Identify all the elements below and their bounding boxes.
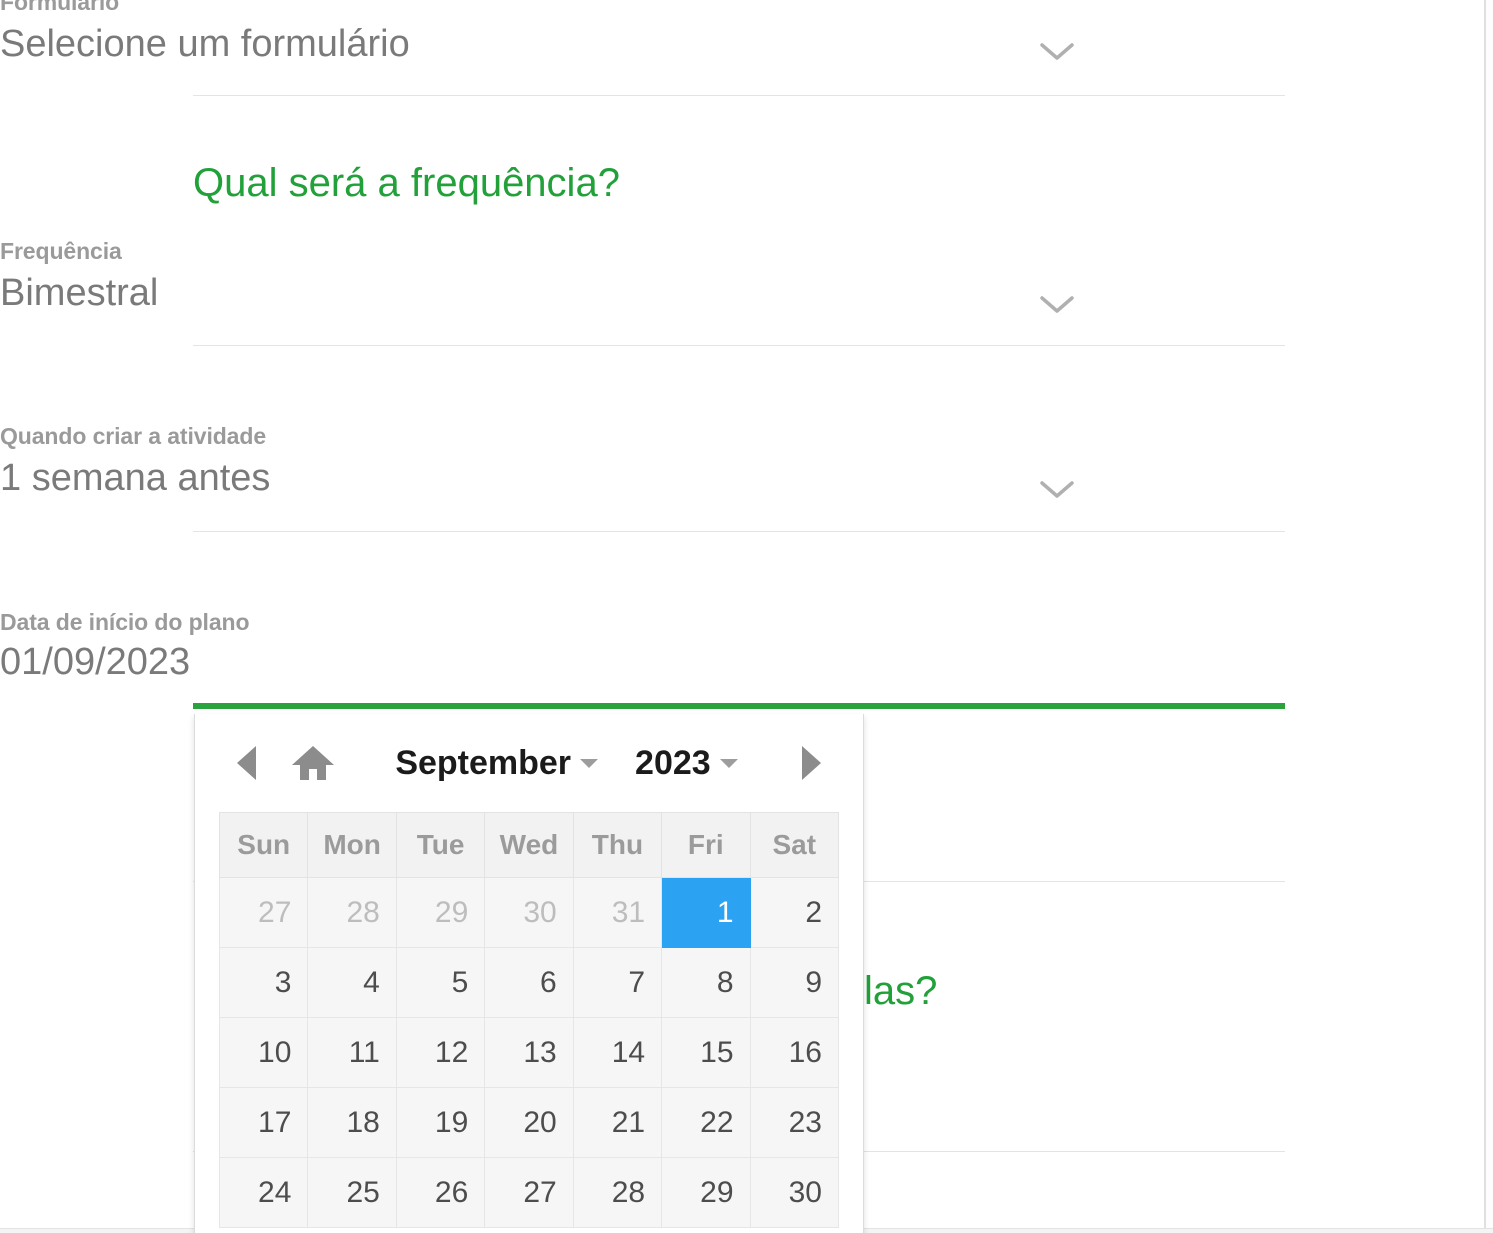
field-label-formulario: Formulário (0, 0, 120, 15)
datepicker-header: September 2023 (195, 714, 863, 812)
calendar-day-cell[interactable]: 8 (661, 947, 751, 1018)
calendar-day-cell[interactable]: 10 (218, 1017, 309, 1088)
calendar-day-cell[interactable]: 7 (572, 947, 663, 1018)
caret-down-icon[interactable] (719, 757, 739, 769)
triangle-right-icon[interactable] (783, 735, 839, 791)
calendar-day-cell[interactable]: 11 (307, 1017, 397, 1088)
calendar-day-cell[interactable]: 23 (749, 1087, 840, 1158)
calendar-week-row: 24 25 26 27 28 29 30 (218, 1157, 840, 1228)
calendar-day-cell[interactable]: 12 (395, 1017, 486, 1088)
datepicker-body: Sun Mon Tue Wed Thu Fri Sat 27 28 29 30 31 1 2 3 4 5 6 7 8… (195, 812, 863, 1233)
field-underline-frequencia (193, 345, 1285, 346)
calendar-weekday-fri: Fri (661, 812, 751, 878)
field-label-frequencia: Frequência (0, 238, 122, 264)
calendar-grid[interactable]: Sun Mon Tue Wed Thu Fri Sat 27 28 29 30 31 1 2 3 4 5 6 7 8… (218, 812, 840, 1228)
form-field-frequencia[interactable]: Frequência Bimestral (0, 237, 1092, 319)
chevron-down-icon[interactable] (1040, 42, 1074, 62)
datepicker-popup[interactable]: September 2023 Sun Mon Tue Wed Thu Fri S… (194, 714, 864, 1233)
form-field-quando-criar[interactable]: Quando criar a atividade 1 semana antes (0, 422, 1092, 504)
calendar-day-cell[interactable]: 15 (661, 1017, 751, 1088)
calendar-day-cell[interactable]: 29 (395, 877, 486, 948)
calendar-week-row: 10 11 12 13 14 15 16 (218, 1017, 840, 1088)
calendar-day-cell[interactable]: 16 (749, 1017, 840, 1088)
month-select[interactable]: September (395, 743, 599, 783)
calendar-weekday-thu: Thu (572, 812, 663, 878)
calendar-week-row: 27 28 29 30 31 1 2 (218, 877, 840, 948)
field-label-data-inicio: Data de início do plano (0, 609, 250, 635)
calendar-day-cell[interactable]: 4 (307, 947, 397, 1018)
caret-down-icon[interactable] (579, 757, 599, 769)
calendar-weekday-row: Sun Mon Tue Wed Thu Fri Sat (218, 812, 840, 878)
calendar-weekday-sun: Sun (218, 812, 309, 878)
calendar-day-cell[interactable]: 18 (307, 1087, 397, 1158)
triangle-left-icon[interactable] (219, 735, 275, 791)
form-field-data-inicio[interactable]: Data de início do plano 01/09/2023 (0, 608, 1092, 688)
calendar-week-row: 3456789 (218, 947, 840, 1018)
calendar-day-cell[interactable]: 24 (218, 1157, 309, 1228)
calendar-day-cell[interactable]: 21 (572, 1087, 663, 1158)
calendar-day-cell[interactable]: 30 (749, 1157, 840, 1228)
calendar-weekday-sat: Sat (749, 812, 840, 878)
calendar-day-cell[interactable]: 14 (572, 1017, 663, 1088)
panel-right-gutter (1486, 0, 1493, 1233)
section-heading-obscured: las? (864, 969, 938, 1013)
form-page: Formulário Selecione um formulário Qual … (0, 0, 1493, 1233)
calendar-weekday-mon: Mon (307, 812, 397, 878)
field-label-quando-criar: Quando criar a atividade (0, 423, 267, 449)
calendar-day-cell[interactable]: 2 (749, 877, 840, 948)
calendar-day-cell[interactable]: 28 (572, 1157, 663, 1228)
calendar-day-cell[interactable]: 28 (307, 877, 397, 948)
calendar-day-cell[interactable]: 6 (484, 947, 574, 1018)
calendar-day-cell[interactable]: 9 (749, 947, 840, 1018)
calendar-day-cell[interactable]: 20 (484, 1087, 574, 1158)
year-label: 2023 (635, 744, 711, 782)
year-select[interactable]: 2023 (635, 743, 739, 783)
chevron-down-icon[interactable] (1040, 480, 1074, 500)
month-label: September (395, 744, 572, 782)
calendar-day-cell[interactable]: 30 (484, 877, 574, 948)
calendar-day-cell[interactable]: 3 (218, 947, 309, 1018)
field-value-data-inicio[interactable]: 01/09/2023 (0, 636, 1092, 688)
home-icon[interactable] (275, 735, 351, 791)
calendar-day-cell[interactable]: 22 (661, 1087, 751, 1158)
field-underline-quando-criar (193, 531, 1285, 532)
section-heading-frequency: Qual será a frequência? (193, 161, 620, 205)
calendar-weekday-tue: Tue (395, 812, 486, 878)
calendar-day-cell[interactable]: 13 (484, 1017, 574, 1088)
field-value-formulario: Selecione um formulário (0, 23, 410, 65)
calendar-day-cell[interactable]: 31 (572, 877, 663, 948)
calendar-week-row: 17 18 19 20 21 22 23 (218, 1087, 840, 1158)
chevron-down-icon[interactable] (1040, 295, 1074, 315)
calendar-day-cell[interactable]: 5 (395, 947, 486, 1018)
calendar-day-cell[interactable]: 19 (395, 1087, 486, 1158)
calendar-day-cell[interactable]: 27 (484, 1157, 574, 1228)
field-value-frequencia: Bimestral (0, 272, 159, 314)
calendar-day-cell[interactable]: 25 (307, 1157, 397, 1228)
calendar-day-cell[interactable]: 17 (218, 1087, 309, 1158)
calendar-day-cell[interactable]: 26 (395, 1157, 486, 1228)
calendar-day-cell[interactable]: 27 (218, 877, 309, 948)
field-value-quando-criar: 1 semana antes (0, 457, 271, 499)
datepicker-title-group: September 2023 (351, 743, 783, 783)
form-field-formulario[interactable]: Formulário Selecione um formulário (0, 0, 1092, 70)
field-underline-data-inicio (193, 703, 1285, 709)
calendar-day-cell[interactable]: 29 (661, 1157, 751, 1228)
calendar-weekday-wed: Wed (484, 812, 574, 878)
field-underline-formulario (193, 95, 1285, 96)
calendar-day-cell[interactable]: 1 (661, 877, 751, 948)
